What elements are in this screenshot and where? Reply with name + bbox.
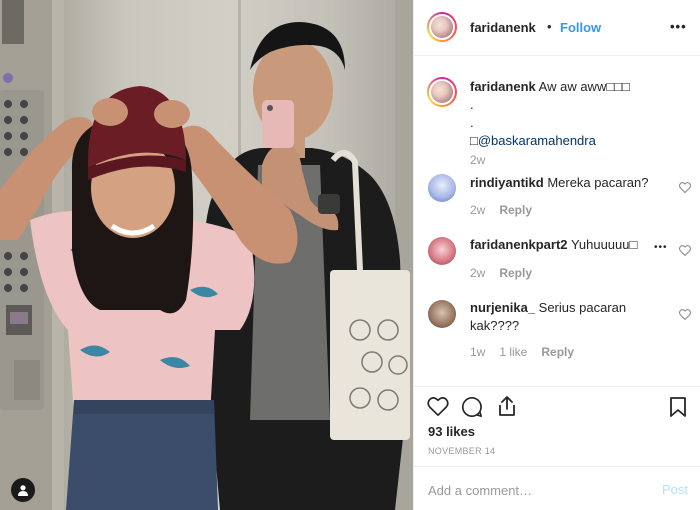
comment-username[interactable]: faridanenkpart2: [470, 237, 568, 252]
comment-item: faridanenkpart2 Yuhuuuuu□: [470, 236, 645, 254]
caption-username[interactable]: faridanenk: [470, 79, 536, 94]
add-comment-bar: Post: [414, 466, 700, 510]
add-comment-input[interactable]: [426, 479, 650, 501]
user-tag-icon: [18, 485, 28, 496]
caption-avatar[interactable]: [427, 77, 457, 107]
comment-like-icon[interactable]: [679, 245, 691, 256]
comment-more-icon[interactable]: •••: [654, 242, 668, 253]
author-avatar[interactable]: [427, 12, 457, 42]
comment-like-icon[interactable]: [679, 309, 691, 320]
comment-username[interactable]: nurjenika_: [470, 300, 535, 315]
caption-text: Aw aw aww□□□: [538, 79, 630, 94]
comment-like-icon[interactable]: [679, 182, 691, 193]
comment-time[interactable]: 2w: [470, 203, 485, 217]
comment-meta: 1w 1 like Reply: [470, 345, 574, 359]
caption-line-4-prefix: □: [470, 133, 478, 148]
likes-count[interactable]: 93 likes: [428, 424, 475, 439]
comment-meta: 2w Reply: [470, 203, 532, 217]
comment-time[interactable]: 2w: [470, 266, 485, 280]
comment-text: Mereka pacaran?: [547, 175, 649, 190]
comment-avatar[interactable]: [428, 174, 456, 202]
header-separator: •: [547, 19, 552, 34]
author-username[interactable]: faridanenk: [470, 20, 536, 35]
bookmark-icon[interactable]: [669, 396, 687, 418]
comment-username[interactable]: rindiyantikd: [470, 175, 544, 190]
comment-like-count[interactable]: 1 like: [499, 345, 527, 359]
comment-item: nurjenika_ Serius pacaran kak????: [470, 299, 650, 335]
instagram-post: faridanenk • Follow ••• faridanenk Aw aw…: [0, 0, 700, 510]
caption-time[interactable]: 2w: [470, 153, 485, 167]
follow-button[interactable]: Follow: [560, 20, 601, 35]
heart-icon[interactable]: [427, 396, 449, 417]
comment-item: rindiyantikd Mereka pacaran?: [470, 174, 670, 192]
comment-meta: 2w Reply: [470, 266, 532, 280]
reply-button[interactable]: Reply: [499, 203, 532, 217]
comment-avatar[interactable]: [428, 300, 456, 328]
caption-meta: 2w: [470, 153, 485, 167]
post-date[interactable]: NOVEMBER 14: [428, 446, 495, 456]
reply-button[interactable]: Reply: [499, 266, 532, 280]
photo-illustration: [0, 0, 413, 510]
reply-button[interactable]: Reply: [541, 345, 574, 359]
post-header: faridanenk • Follow •••: [414, 0, 700, 56]
user-tag-button[interactable]: [11, 478, 35, 502]
comment-icon[interactable]: [461, 396, 483, 418]
post-actions: [414, 386, 700, 417]
comment-time[interactable]: 1w: [470, 345, 485, 359]
more-options-icon[interactable]: •••: [670, 19, 687, 34]
post-comment-button[interactable]: Post: [662, 482, 688, 497]
post-photo[interactable]: [0, 0, 413, 510]
caption: faridanenk Aw aw aww□□□ . . □@baskaramah…: [470, 78, 680, 150]
caption-line-2: .: [470, 97, 474, 112]
comment-avatar[interactable]: [428, 237, 456, 265]
comment-text: Yuhuuuuu□: [570, 237, 638, 252]
caption-line-3: .: [470, 115, 474, 130]
post-side-panel: faridanenk • Follow ••• faridanenk Aw aw…: [413, 0, 700, 510]
caption-mention-link[interactable]: @baskaramahendra: [478, 133, 596, 148]
share-icon[interactable]: [497, 395, 517, 417]
